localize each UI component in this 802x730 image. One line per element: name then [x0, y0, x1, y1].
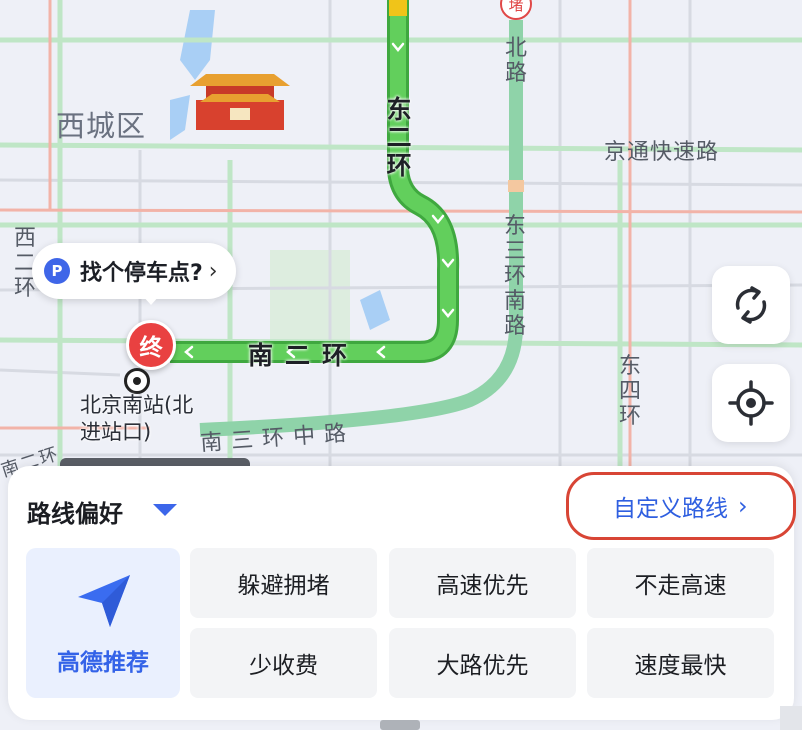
start-point-icon[interactable] — [124, 368, 150, 394]
end-marker-icon[interactable]: 终 — [126, 320, 176, 370]
route-preference-title: 路线偏好 — [27, 500, 123, 528]
refresh-route-button[interactable] — [712, 266, 790, 344]
find-parking-label: 找个停车点? — [80, 261, 203, 286]
option-highway-first[interactable]: 高速优先 — [389, 548, 576, 618]
road-label-beilu: 北路 — [504, 36, 527, 86]
chevron-right-icon: › — [738, 492, 748, 520]
option-recommended-label: 高德推荐 — [57, 650, 149, 676]
road-label-jingtong: 京通快速路 — [604, 140, 720, 165]
locate-button[interactable] — [712, 364, 790, 442]
destination-label-line1: 北京南站(北 — [80, 393, 194, 417]
road-label-dong-san-huan: 东三环南路 — [503, 214, 526, 339]
route-preference-panel: 路线偏好 自定义路线 › 高德推荐 躲避拥堵 高速优先 不走高速 少收费 大路优… — [8, 466, 796, 720]
option-recommended[interactable]: 高德推荐 — [26, 548, 180, 698]
route-label-nan-er-huan: 南二环 — [248, 341, 360, 370]
district-label: 西城区 — [56, 109, 147, 143]
custom-route-button[interactable]: 自定义路线 › — [566, 472, 796, 540]
destination-label: 北京南站(北 进站口) — [80, 392, 193, 446]
find-parking-button[interactable]: P 找个停车点? › — [32, 243, 236, 299]
road-label-dong-si-huan: 东四环 — [618, 354, 641, 429]
parking-bubble-tail — [142, 295, 160, 305]
option-less-toll[interactable]: 少收费 — [190, 628, 377, 698]
destination-label-line2: 进站口) — [80, 420, 152, 444]
locate-icon — [728, 380, 774, 426]
map-route-screen: 西城区 堵 北路 京通快速路 西二环 东三环南路 东四环 南三环中路 南二环 东… — [0, 0, 802, 730]
caret-down-icon[interactable] — [153, 504, 177, 516]
edge-shadow — [780, 706, 802, 730]
option-no-highway[interactable]: 不走高速 — [587, 548, 774, 618]
send-arrow-icon — [78, 575, 130, 627]
route-label-dong-er-huan: 东二环 — [386, 95, 412, 180]
option-avoid-congestion[interactable]: 躲避拥堵 — [190, 548, 377, 618]
chevron-right-icon: › — [208, 258, 218, 284]
parking-icon: P — [44, 258, 70, 284]
bottom-handle — [380, 720, 420, 730]
custom-route-label: 自定义路线 — [613, 496, 728, 522]
option-fastest[interactable]: 速度最快 — [587, 628, 774, 698]
option-main-road-first[interactable]: 大路优先 — [389, 628, 576, 698]
refresh-icon — [735, 286, 767, 324]
